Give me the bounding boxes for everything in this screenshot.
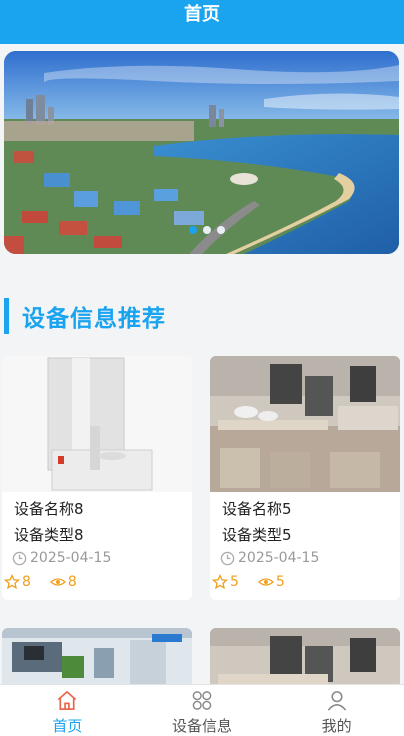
banner-carousel[interactable] (4, 51, 399, 254)
device-stats: 8 8 (4, 574, 86, 590)
star-icon (212, 574, 228, 590)
grid-icon (192, 691, 212, 710)
tab-home[interactable]: 首页 (0, 685, 135, 736)
device-date: 2025-04-15 (238, 550, 320, 566)
star-icon (4, 574, 20, 590)
star-count: 5 (230, 574, 239, 590)
carousel-dot[interactable] (203, 226, 211, 234)
device-card[interactable]: 设备名称8 设备类型8 2025-04-15 8 8 (2, 356, 192, 600)
user-icon (327, 691, 346, 711)
eye-icon (257, 578, 274, 586)
view-count: 8 (67, 574, 77, 590)
tab-mine[interactable]: 我的 (269, 685, 404, 736)
device-image (2, 356, 192, 492)
device-date-row: 2025-04-15 (220, 550, 319, 566)
device-image (210, 356, 400, 492)
carousel-dot[interactable] (189, 226, 197, 234)
tab-label: 我的 (321, 717, 352, 735)
section-accent-bar (4, 298, 9, 334)
carousel-dots (189, 226, 225, 234)
device-type: 设备类型8 (14, 526, 84, 544)
device-stats: 5 5 (212, 574, 294, 590)
section-heading: 设备信息推荐 (4, 296, 166, 336)
device-card[interactable]: 设备名称5 设备类型5 2025-04-15 5 5 (210, 356, 400, 600)
banner-image (4, 51, 399, 254)
star-count: 8 (22, 574, 31, 590)
section-title: 设备信息推荐 (22, 306, 166, 332)
device-image (210, 628, 400, 688)
bottom-tab-bar: 首页 设备信息 我的 (0, 684, 404, 736)
tab-label: 首页 (52, 717, 83, 735)
device-name: 设备名称5 (222, 500, 292, 518)
device-date: 2025-04-15 (30, 550, 112, 566)
device-date-row: 2025-04-15 (12, 550, 111, 566)
tab-label: 设备信息 (172, 717, 233, 735)
device-image (2, 628, 192, 688)
tab-device-info[interactable]: 设备信息 (135, 685, 270, 736)
device-type: 设备类型5 (222, 526, 292, 544)
carousel-dot[interactable] (217, 226, 225, 234)
page-title: 首页 (184, 4, 220, 25)
device-card[interactable] (210, 628, 400, 688)
clock-icon (12, 551, 27, 565)
clock-icon (220, 551, 235, 565)
device-card[interactable] (2, 628, 192, 688)
device-name: 设备名称8 (14, 500, 84, 518)
view-count: 5 (275, 574, 285, 590)
app-root: 首页 设备信息推荐 设备名称8 设备类型8 2025-04-15 8 8 设备名… (0, 0, 404, 736)
top-bar: 首页 (0, 0, 404, 44)
home-icon (58, 690, 77, 710)
eye-icon (49, 578, 66, 586)
